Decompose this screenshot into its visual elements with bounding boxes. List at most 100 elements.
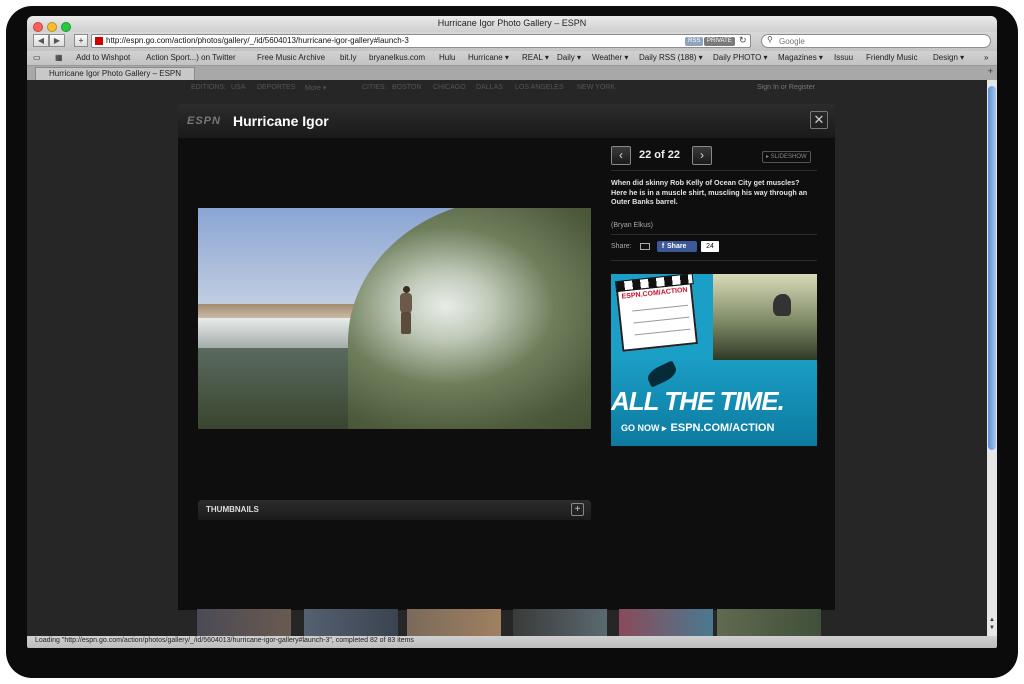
espn-top-nav: EDITIONS: USA DEPORTES More ▾ CITIES: BO…: [187, 80, 827, 96]
city-ny-link[interactable]: NEW YORK: [577, 84, 615, 91]
photo-navigation: ‹ 22 of 22 › ▸ SLIDESHOW: [611, 146, 817, 168]
bookmarks-overflow-icon[interactable]: »: [984, 53, 988, 62]
city-boston-link[interactable]: BOSTON: [392, 84, 421, 91]
sign-in-link[interactable]: Sign In or Register: [757, 84, 815, 91]
background-thumbnail: [513, 609, 607, 636]
thumbnails-bar[interactable]: THUMBNAILS +: [198, 500, 591, 520]
espn-action-ad[interactable]: ESPN.COM/ACTION ALL THE TIME. GO NOW ▸ ES…: [611, 274, 817, 446]
web-page: EDITIONS: USA DEPORTES More ▾ CITIES: BO…: [27, 80, 987, 636]
email-share-icon[interactable]: [640, 243, 650, 250]
tab-bar: Hurricane Igor Photo Gallery – ESPN +: [27, 66, 997, 80]
bookmark-item[interactable]: Add to Wishpot: [76, 53, 130, 62]
facebook-icon: f: [661, 243, 665, 250]
facebook-share-count: 24: [701, 241, 719, 252]
background-thumbnail: [619, 609, 713, 636]
bookmark-item[interactable]: Daily RSS (188) ▾: [639, 53, 703, 62]
facebook-share-label: Share: [667, 243, 687, 250]
cities-label: CITIES:: [362, 84, 387, 91]
bookmark-item[interactable]: Friendly Music: [866, 53, 918, 62]
thumbnails-label: THUMBNAILS: [206, 505, 259, 514]
bookmark-item[interactable]: Action Sport...) on Twitter: [146, 53, 236, 62]
share-label: Share:: [611, 243, 632, 250]
edition-usa-link[interactable]: USA: [231, 84, 245, 91]
bookmark-item[interactable]: bryanelkus.com: [369, 53, 425, 62]
edition-deportes-link[interactable]: DEPORTES: [257, 84, 295, 91]
rss-button[interactable]: RSS: [685, 37, 704, 46]
search-input[interactable]: [779, 36, 979, 46]
forward-button[interactable]: ▶: [49, 34, 65, 47]
close-gallery-button[interactable]: ✕: [810, 111, 828, 129]
bookmark-item[interactable]: Design ▾: [933, 53, 964, 62]
photo-surfer: [398, 286, 414, 336]
espn-logo: ESPN: [187, 115, 221, 127]
ad-go-now: GO NOW ▸: [621, 423, 667, 433]
city-dallas-link[interactable]: DALLAS: [476, 84, 503, 91]
back-button[interactable]: ◀: [33, 34, 49, 47]
status-text: Loading "http://espn.go.com/action/photo…: [35, 637, 414, 644]
window-titlebar: Hurricane Igor Photo Gallery – ESPN: [27, 16, 997, 32]
new-tab-icon[interactable]: +: [988, 66, 993, 76]
facebook-share-button[interactable]: f Share: [657, 241, 697, 252]
tab-hurricane-igor[interactable]: Hurricane Igor Photo Gallery – ESPN: [35, 67, 195, 80]
gallery-title: Hurricane Igor: [233, 113, 329, 129]
bookmark-item[interactable]: REAL ▾: [522, 53, 549, 62]
divider: [611, 234, 817, 235]
reading-list-icon[interactable]: ▭: [33, 53, 41, 62]
divider: [611, 170, 817, 171]
bookmark-item[interactable]: Daily PHOTO ▾: [713, 53, 768, 62]
gallery-header: ESPN Hurricane Igor ✕: [178, 104, 835, 138]
ad-surfer: [773, 294, 791, 316]
city-chicago-link[interactable]: CHICAGO: [433, 84, 466, 91]
vertical-scrollbar[interactable]: ▲ ▼: [987, 80, 997, 636]
bookmark-item[interactable]: Magazines ▾: [778, 53, 823, 62]
gallery-photo: [198, 208, 591, 429]
clapper-line: [632, 304, 688, 312]
background-thumbnail: [197, 609, 291, 636]
clapper-line: [634, 328, 691, 336]
bookmark-item[interactable]: Issuu: [834, 53, 853, 62]
bookmark-item[interactable]: Daily ▾: [557, 53, 581, 62]
scrollbar-thumb[interactable]: [988, 86, 996, 450]
ad-surf-photo: [713, 274, 817, 360]
window-title: Hurricane Igor Photo Gallery – ESPN: [437, 18, 587, 28]
browser-window: Hurricane Igor Photo Gallery – ESPN ◀ ▶ …: [27, 16, 997, 648]
slideshow-button[interactable]: ▸ SLIDESHOW: [762, 151, 811, 163]
surfer-head: [403, 286, 410, 293]
ad-brand: ESPN.COM/ACTION: [670, 422, 775, 434]
scroll-arrows-icon[interactable]: ▲ ▼: [988, 616, 996, 632]
bookmark-item[interactable]: Free Music Archive: [257, 53, 325, 62]
private-badge: PRIVATE: [704, 37, 735, 46]
browser-toolbar: ◀ ▶ + http://espn.go.com/action/photos/g…: [27, 32, 997, 51]
background-thumbnail: [407, 609, 501, 636]
gallery-lightbox: ESPN Hurricane Igor ✕ ‹ 22 of 22 › ▸ SLI…: [178, 104, 835, 610]
previous-photo-button[interactable]: ‹: [611, 146, 631, 165]
ad-lower-panel: ALL THE TIME. GO NOW ▸ ESPN.COM/ACTION: [611, 360, 817, 446]
city-la-link[interactable]: LOS ANGELES: [515, 84, 564, 91]
photo-credit: (Bryan Elkus): [611, 222, 654, 229]
share-row: Share: f Share 24: [611, 241, 817, 257]
address-bar[interactable]: http://espn.go.com/action/photos/gallery…: [91, 34, 751, 48]
photo-caption: When did skinny Rob Kelly of Ocean City …: [611, 178, 808, 206]
status-bar: Loading "http://espn.go.com/action/photo…: [27, 636, 997, 648]
clapper-line: [633, 316, 690, 324]
ad-surfer-silhouette: [645, 360, 679, 388]
bookmark-item[interactable]: Weather ▾: [592, 53, 628, 62]
surfer-legs: [401, 312, 411, 334]
bookmarks-bar: ▭ ▦ Add to Wishpot Action Sport...) on T…: [27, 51, 997, 66]
bookmark-item[interactable]: Hurricane ▾: [468, 53, 509, 62]
address-url[interactable]: http://espn.go.com/action/photos/gallery…: [106, 36, 409, 45]
ad-clapper-panel: ESPN.COM/ACTION: [611, 274, 713, 360]
top-sites-icon[interactable]: ▦: [55, 53, 63, 62]
background-thumbnail: [717, 609, 821, 636]
bookmark-item[interactable]: bit.ly: [340, 53, 356, 62]
search-field[interactable]: ⚲: [761, 34, 991, 48]
reload-icon[interactable]: ↻: [739, 35, 747, 46]
photo-counter: 22 of 22: [639, 149, 680, 161]
editions-label: EDITIONS:: [191, 84, 227, 91]
more-editions-link[interactable]: More ▾: [305, 84, 326, 92]
surfer-body: [400, 293, 412, 313]
add-bookmark-button[interactable]: +: [74, 34, 88, 47]
bookmark-item[interactable]: Hulu: [439, 53, 455, 62]
next-photo-button[interactable]: ›: [692, 146, 712, 165]
expand-thumbnails-button[interactable]: +: [571, 503, 584, 516]
